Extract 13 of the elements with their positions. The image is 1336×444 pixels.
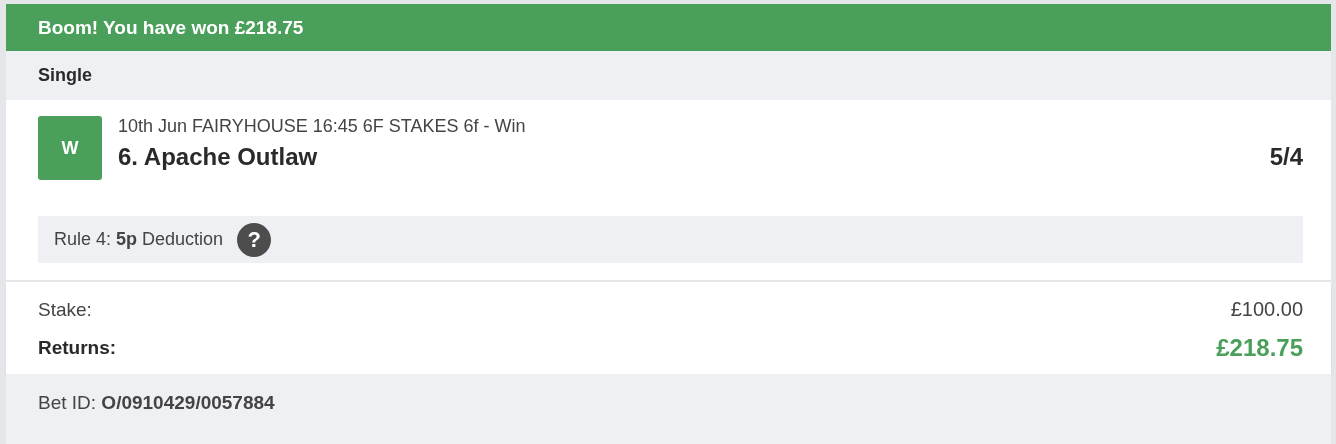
result-badge: W [38,116,102,180]
summary-value: £218.75 [1216,334,1303,362]
event-name: 10th Jun FAIRYHOUSE 16:45 6F STAKES 6f - Win [118,116,527,137]
odds: 5/4 [1269,143,1303,171]
runner-name: 6. Apache Outlaw [118,143,318,171]
rule4-text: Rule 4: 5p Deduction [54,229,224,250]
bet-type-header: Single [6,51,1331,100]
win-banner: Boom! You have won £218.75 [6,4,1331,51]
summary-label: Stake: [38,298,92,321]
bet-id: Bet ID: O/0910429/0057884 [38,392,275,413]
summary-label: Returns: [38,337,117,359]
summary-value: £100.00 [1230,298,1303,321]
help-icon[interactable]: ? [237,222,272,257]
